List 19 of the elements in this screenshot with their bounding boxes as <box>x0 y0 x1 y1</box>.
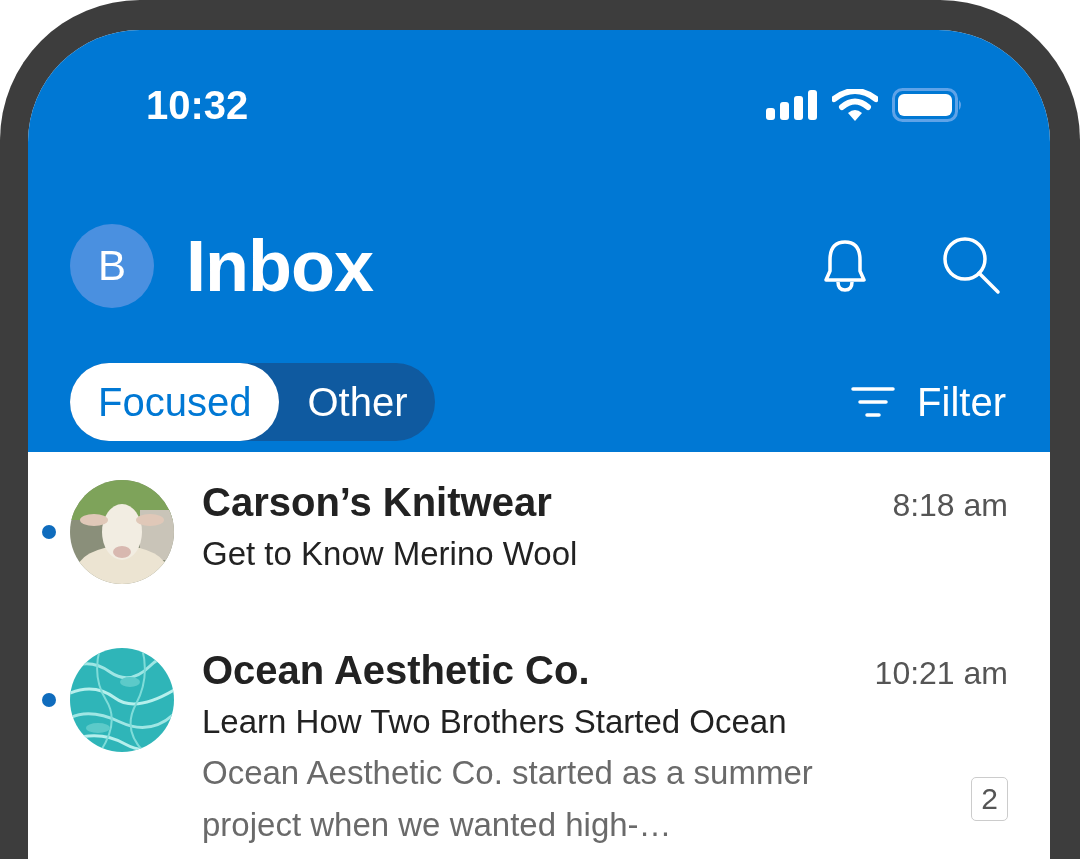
inbox-tab[interactable]: Focused <box>70 363 280 441</box>
message-subject: Get to Know Merino Wool <box>202 535 579 573</box>
filter-button[interactable]: Filter <box>851 379 1006 425</box>
status-time: 10:32 <box>146 82 250 128</box>
account-avatar[interactable]: B <box>70 224 154 308</box>
message-preview: Ocean Aesthetic Co. started as a summer project when we wanted high-… <box>202 753 814 845</box>
inbox-title: Inbox <box>186 225 375 307</box>
battery-icon <box>892 88 964 122</box>
thread-count-badge: 2 <box>971 777 1008 821</box>
search-icon[interactable] <box>942 236 1002 296</box>
message-sender: Ocean Aesthetic Co. <box>202 648 590 693</box>
message-time: 10:21 am <box>874 655 1008 692</box>
signal-icon <box>766 90 818 120</box>
inbox-tab[interactable]: Other <box>279 363 436 441</box>
message-sender: Carson’s Knitwear <box>202 480 552 525</box>
wifi-icon <box>832 89 878 121</box>
message-subject: Learn How Two Brothers Started Ocean <box>202 703 788 741</box>
filter-icon <box>851 386 896 418</box>
message-time: 8:18 am <box>892 487 1008 524</box>
